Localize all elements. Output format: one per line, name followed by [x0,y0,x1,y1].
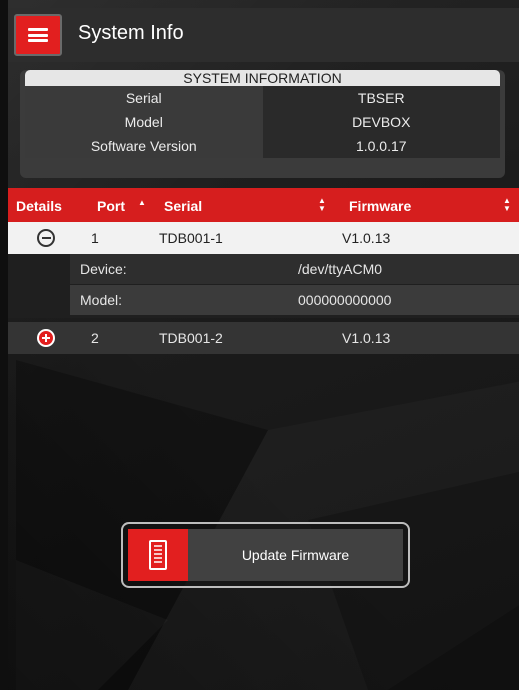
firmware-cell: V1.0.13 [342,330,391,346]
sort-asc-icon[interactable]: ▲ [138,198,146,207]
update-firmware-frame: Update Firmware [121,522,410,588]
detail-label: Device: [80,261,127,277]
detail-row-device: Device: /dev/ttyACM0 [70,254,519,284]
column-header-details[interactable]: Details [16,198,62,214]
table-row[interactable]: 1 TDB001-1 V1.0.13 [8,222,519,254]
system-info-row-model: Model DEVBOX [25,110,500,134]
serial-cell: TDB001-2 [159,330,223,346]
port-cell: 2 [91,330,99,346]
system-info-label: Model [25,110,263,134]
detail-value: 000000000000 [298,292,392,308]
system-info-label: Software Version [25,134,263,158]
system-info-row-software-version: Software Version 1.0.0.17 [25,134,500,158]
column-header-firmware[interactable]: Firmware [349,198,411,214]
column-header-serial[interactable]: Serial [164,198,202,214]
app-header: System Info [8,8,519,62]
update-icon-box [128,529,188,581]
expand-plus-icon[interactable] [37,329,55,347]
hamburger-menu-icon [28,28,48,42]
detail-row-model: Model: 000000000000 [70,285,519,315]
update-firmware-button[interactable]: Update Firmware [128,529,403,581]
system-info-value: TBSER [262,86,500,110]
table-row[interactable]: 2 TDB001-2 V1.0.13 [8,322,519,354]
sort-both-icon[interactable]: ▲ ▼ [503,197,511,213]
sort-both-icon[interactable]: ▲ ▼ [318,197,326,213]
serial-cell: TDB001-1 [159,230,223,246]
menu-button[interactable] [14,14,62,56]
port-cell: 1 [91,230,99,246]
system-information-panel: SYSTEM INFORMATION Serial TBSER Model DE… [20,70,505,178]
column-header-port[interactable]: Port [97,198,125,214]
page-title: System Info [78,22,184,44]
table-header: Details Port ▲ Serial ▲ ▼ Firmware ▲ ▼ [8,188,519,222]
firmware-cell: V1.0.13 [342,230,391,246]
system-info-value: DEVBOX [262,110,500,134]
detail-label: Model: [80,292,123,308]
device-table: Details Port ▲ Serial ▲ ▼ Firmware ▲ ▼ 1 T… [8,188,519,354]
update-firmware-label: Update Firmware [241,547,350,563]
row-details: Device: /dev/ttyACM0 Model: 000000000000 [8,254,519,318]
detail-value: /dev/ttyACM0 [298,261,383,277]
collapse-minus-icon[interactable] [37,229,55,247]
system-info-value: 1.0.0.17 [262,134,500,158]
firmware-device-icon [149,540,167,570]
system-info-label: Serial [25,86,263,110]
system-info-row-serial: Serial TBSER [25,86,500,110]
system-information-heading: SYSTEM INFORMATION [25,70,500,86]
